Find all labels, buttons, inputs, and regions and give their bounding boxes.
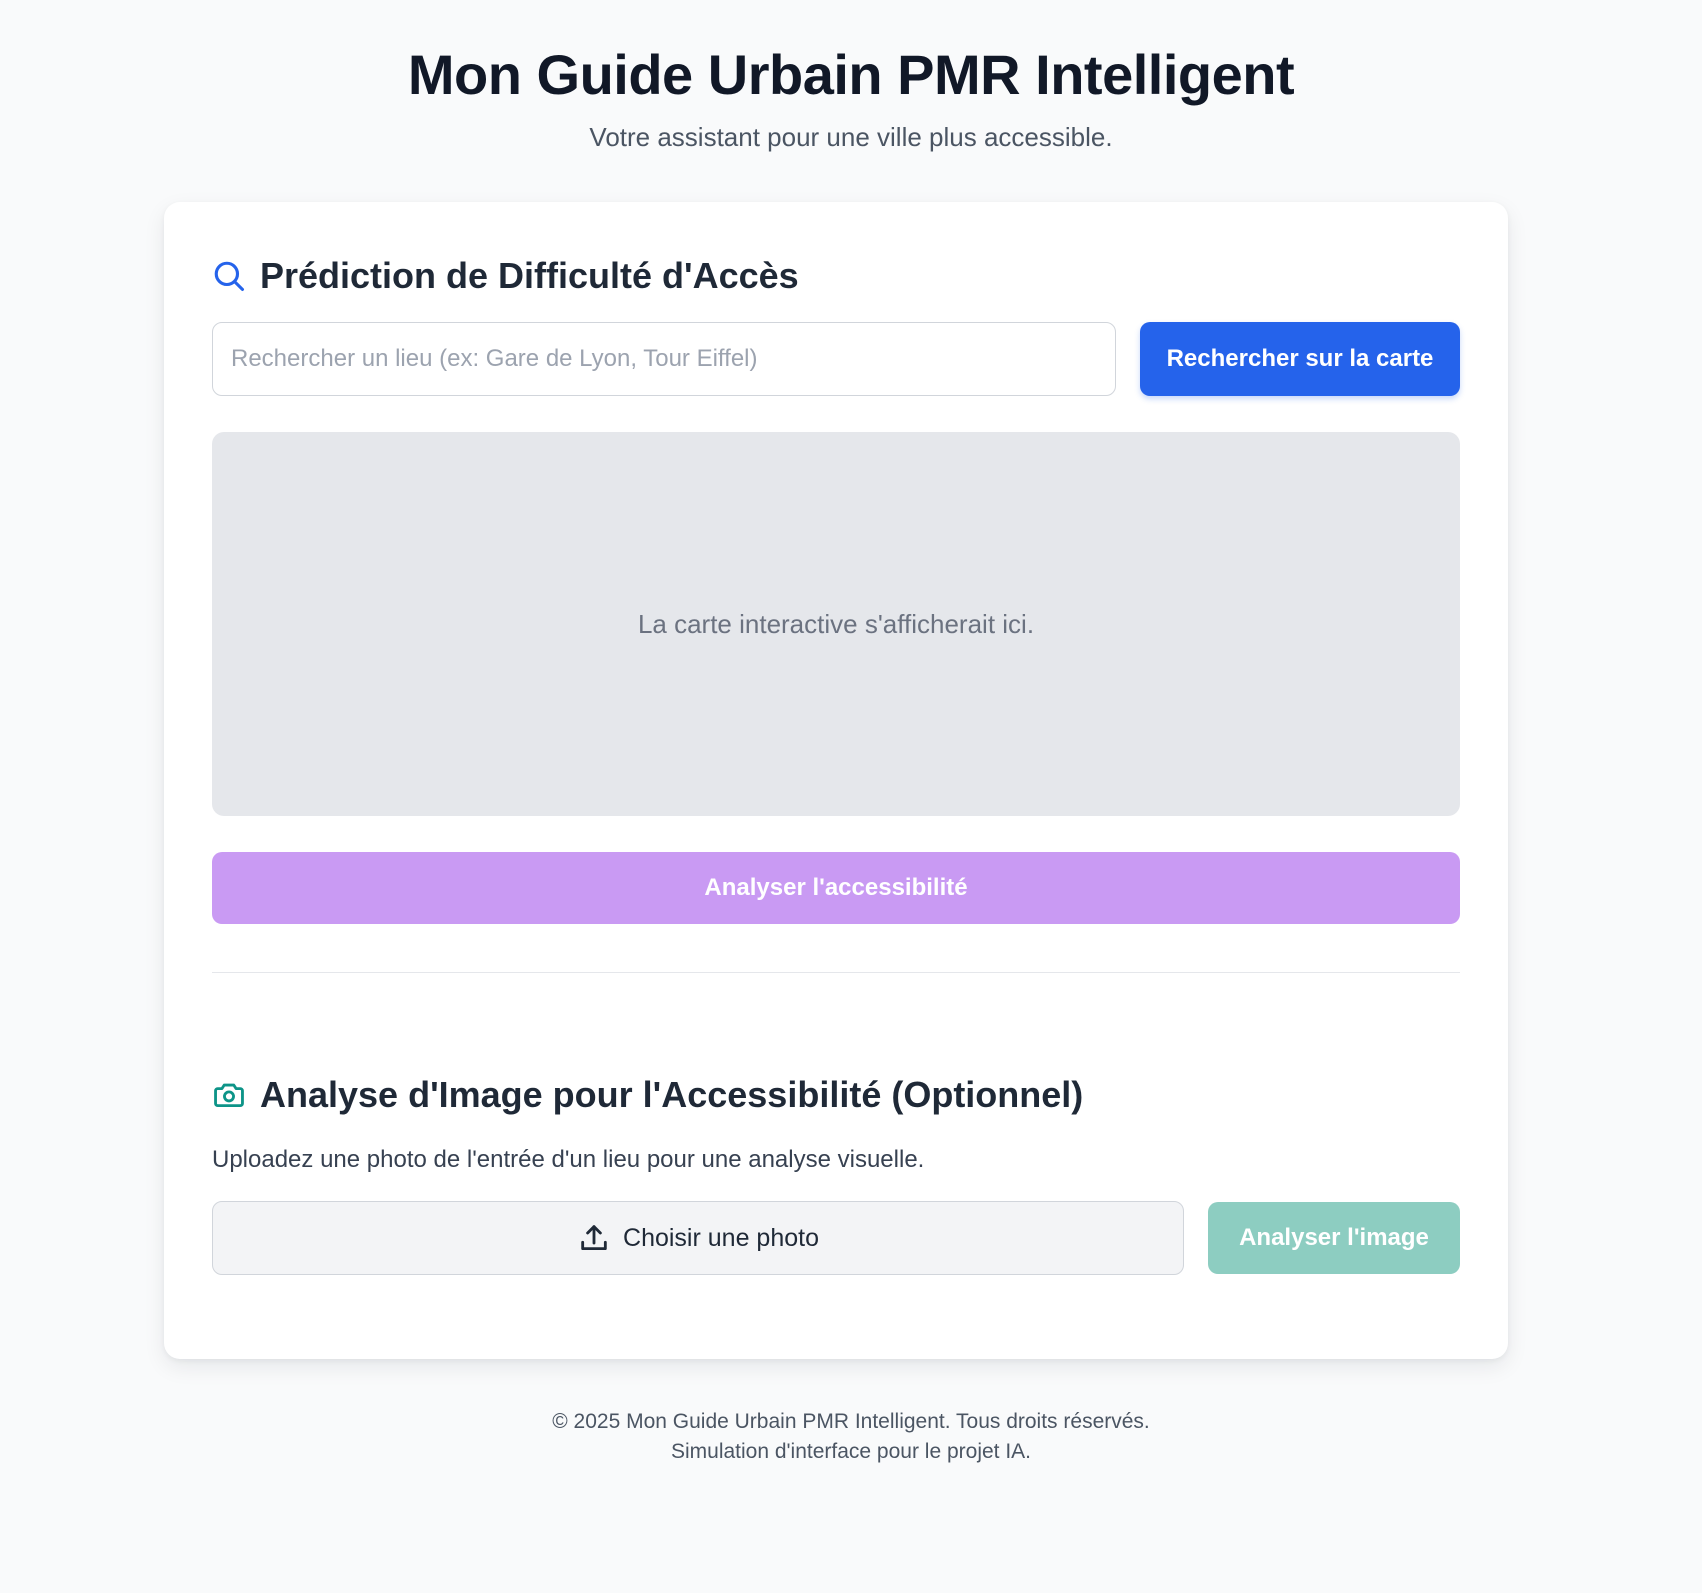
image-analysis-heading: Analyse d'Image pour l'Accessibilité (Op…	[212, 1073, 1083, 1117]
map-placeholder-text: La carte interactive s'afficherait ici.	[637, 608, 1035, 639]
analyze-image-button[interactable]: Analyser l'image	[1208, 1202, 1460, 1274]
image-analysis-heading-label: Analyse d'Image pour l'Accessibilité (Op…	[260, 1074, 1084, 1115]
upload-icon	[577, 1221, 611, 1255]
choose-photo-label: Choisir une photo	[623, 1223, 819, 1252]
place-search-input[interactable]	[212, 322, 1116, 396]
footer-copyright: © 2025 Mon Guide Urbain PMR Intelligent.…	[552, 1410, 1150, 1433]
search-row: Rechercher sur la carte	[212, 322, 1460, 396]
camera-icon	[212, 1078, 246, 1112]
prediction-heading-label: Prédiction de Difficulté d'Accès	[260, 255, 799, 296]
app-title: Mon Guide Urbain PMR Intelligent	[407, 43, 1295, 106]
page-header: Mon Guide Urbain PMR Intelligent Votre a…	[0, 0, 1702, 154]
page-footer: © 2025 Mon Guide Urbain PMR Intelligent.…	[0, 1407, 1702, 1467]
choose-photo-button[interactable]: Choisir une photo	[212, 1201, 1184, 1275]
main-card: Prédiction de Difficulté d'Accès Recherc…	[164, 202, 1508, 1359]
search-icon	[212, 259, 246, 293]
image-analysis-description: Uploadez une photo de l'entrée d'un lieu…	[212, 1146, 925, 1173]
section-divider	[212, 972, 1460, 973]
map-placeholder[interactable]: La carte interactive s'afficherait ici.	[212, 432, 1460, 816]
footer-note: Simulation d'interface pour le projet IA…	[670, 1440, 1032, 1463]
prediction-heading: Prédiction de Difficulté d'Accès	[212, 254, 799, 298]
analyze-accessibility-button[interactable]: Analyser l'accessibilité	[212, 852, 1460, 924]
search-map-button[interactable]: Rechercher sur la carte	[1140, 322, 1460, 396]
upload-row: Choisir une photo Analyser l'image	[212, 1201, 1460, 1275]
app-subtitle: Votre assistant pour une ville plus acce…	[589, 122, 1113, 152]
